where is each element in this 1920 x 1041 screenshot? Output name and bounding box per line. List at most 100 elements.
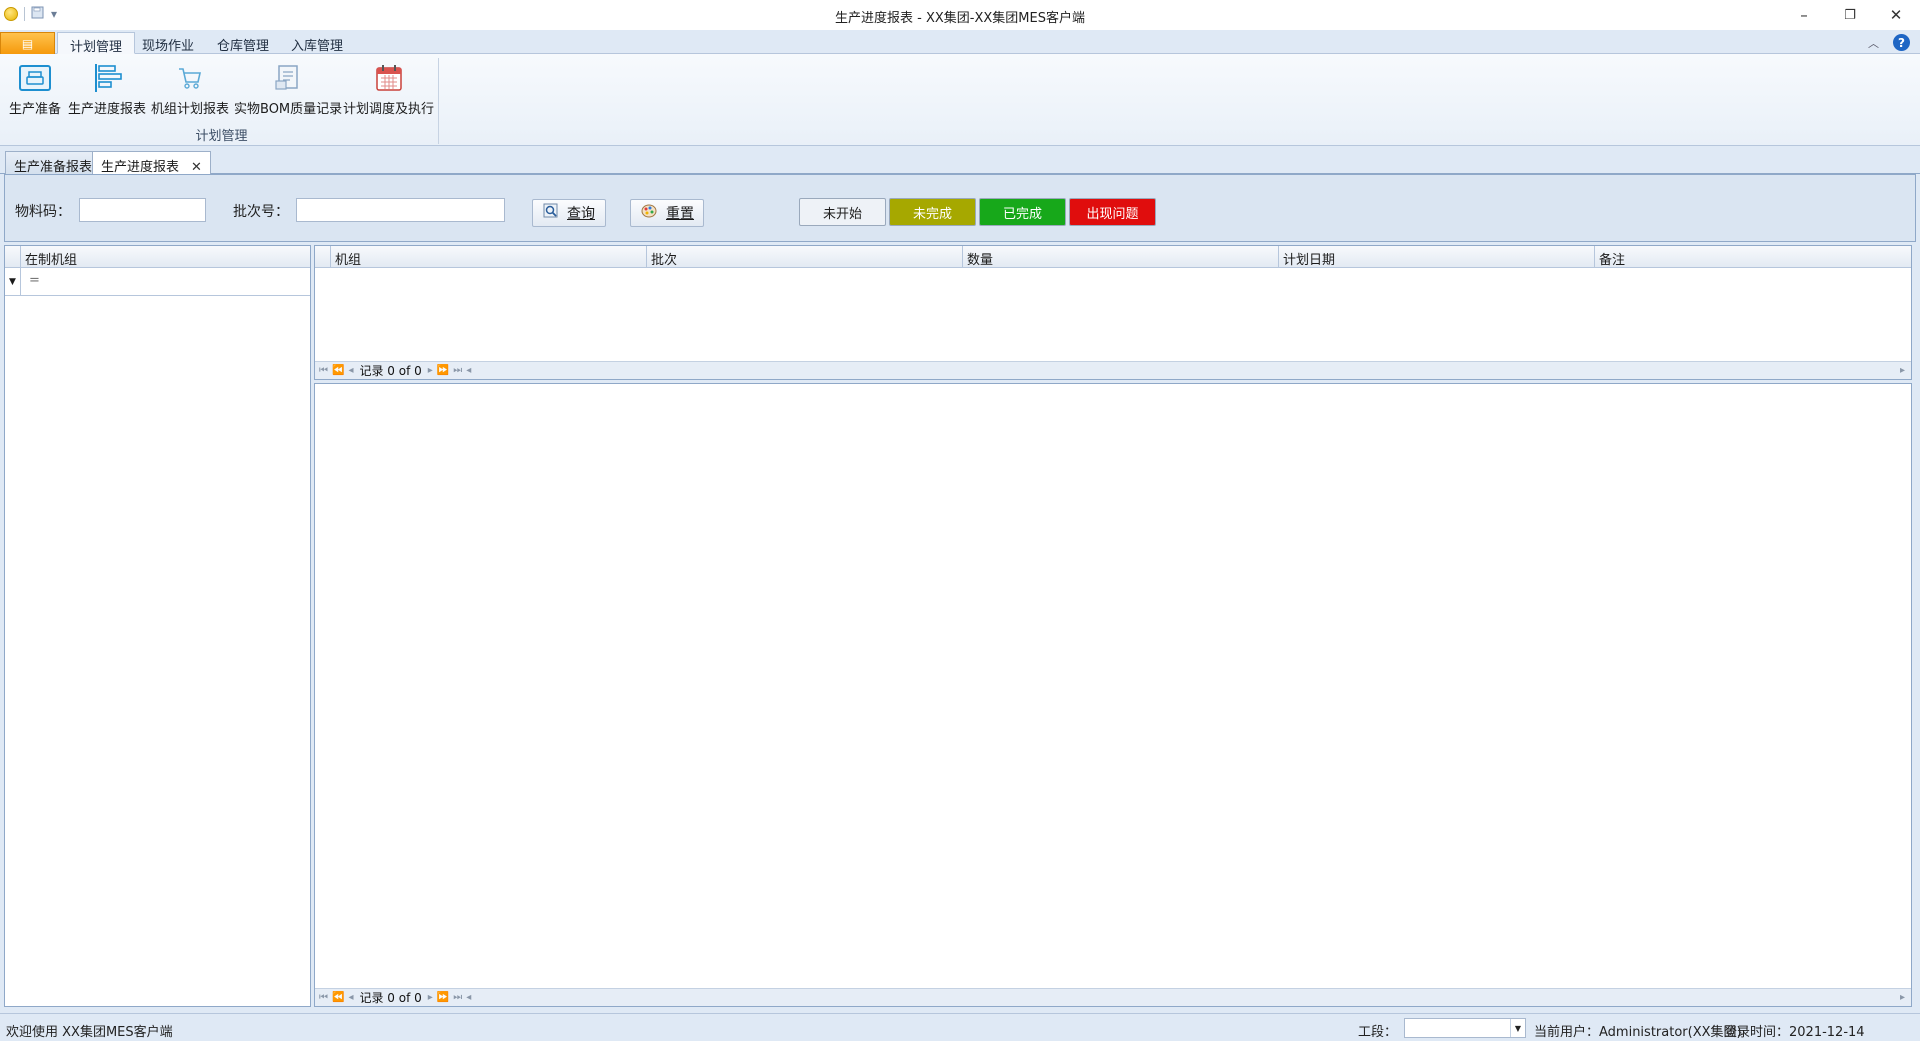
- gantt-bars-icon: [89, 60, 125, 96]
- plan-scheduling-label: 计划调度及执行: [343, 102, 435, 117]
- column-divider: [1278, 246, 1279, 268]
- detail-grid[interactable]: ⏮ ⏪ ◂ 记录 0 of 0 ▸ ⏩ ⏭ ◂ ▸: [314, 383, 1912, 1007]
- filter-icon: ▼: [5, 268, 21, 296]
- next-page-icon[interactable]: ⏩: [437, 365, 449, 376]
- restore-button[interactable]: ❐: [1827, 0, 1873, 30]
- ribbon-group-label: 计划管理: [195, 129, 248, 144]
- filter-operator[interactable]: =: [29, 273, 40, 288]
- printer-icon: [17, 60, 53, 96]
- column-divider: [962, 246, 963, 268]
- doc-tab-label: 生产准备报表: [14, 160, 93, 175]
- column-header-in-production-unit[interactable]: 在制机组: [25, 249, 77, 268]
- row-indicator-header: [5, 246, 21, 268]
- scroll-right-icon[interactable]: ▸: [1900, 365, 1905, 376]
- column-header-batch[interactable]: 批次: [651, 249, 677, 268]
- app-menu-button[interactable]: ▤: [0, 32, 55, 54]
- first-record-icon[interactable]: ⏮: [319, 992, 328, 1003]
- record-navigator: ⏮ ⏪ ◂ 记录 0 of 0 ▸ ⏩ ⏭ ◂ ▸: [315, 361, 1911, 379]
- query-button[interactable]: 查询: [532, 199, 606, 227]
- segment-combobox[interactable]: ▼: [1404, 1018, 1526, 1038]
- status-problem: 出现问题: [1069, 198, 1156, 226]
- production-progress-report-button[interactable]: 生产进度报表: [68, 60, 146, 117]
- magnifier-icon: [543, 203, 559, 223]
- next-record-icon[interactable]: ▸: [428, 365, 433, 376]
- tab-warehouse-management[interactable]: 仓库管理: [205, 32, 281, 54]
- grid-header: 在制机组: [5, 246, 310, 268]
- bom-quality-record-label: 实物BOM质量记录: [234, 102, 343, 117]
- column-divider: [1594, 246, 1595, 268]
- document-tab-strip: 生产准备报表 生产进度报表 ✕: [0, 146, 1920, 175]
- cart-icon: [172, 60, 208, 96]
- app-menu-icon: ▤: [21, 36, 34, 51]
- minimize-button[interactable]: –: [1781, 0, 1827, 30]
- status-incomplete: 未完成: [889, 198, 976, 226]
- prev-page-icon[interactable]: ⏪: [332, 365, 344, 376]
- title-bar: ▾ 生产进度报表 - XX集团-XX集团MES客户端 – ❐ ✕: [0, 0, 1920, 30]
- last-record-icon[interactable]: ⏭: [453, 992, 462, 1003]
- next-record-icon[interactable]: ▸: [428, 992, 433, 1003]
- doc-tab-production-progress-report[interactable]: 生产进度报表 ✕: [92, 151, 211, 175]
- welcome-text: 欢迎使用 XX集团MES客户端: [6, 1025, 173, 1040]
- window-title: 生产进度报表 - XX集团-XX集团MES客户端: [835, 11, 1085, 26]
- chevron-down-icon[interactable]: ▼: [1510, 1019, 1525, 1037]
- column-divider: [646, 246, 647, 268]
- ribbon-group-plan: 生产准备 生产进度报表 机组计划报表 实物BOM质量记录 计划调度及执行 计划管…: [4, 58, 439, 144]
- record-count: 记录 0 of 0: [359, 991, 422, 1005]
- tab-inbound-management[interactable]: 入库管理: [279, 32, 355, 54]
- document-icon: [270, 60, 306, 96]
- in-production-units-grid[interactable]: 在制机组 ▼ =: [4, 245, 311, 1007]
- palette-icon: [640, 203, 658, 223]
- unit-plan-report-button[interactable]: 机组计划报表: [151, 60, 229, 117]
- status-bar: 欢迎使用 XX集团MES客户端 工段： ▼ 当前用户：Administrator…: [0, 1013, 1920, 1041]
- tab-plan-management[interactable]: 计划管理: [57, 32, 136, 55]
- ribbon-collapse-icon[interactable]: ︿: [1868, 35, 1879, 51]
- unit-plan-report-label: 机组计划报表: [151, 102, 230, 117]
- reset-button-label: 重置: [666, 206, 694, 222]
- prev-record-icon[interactable]: ◂: [348, 992, 353, 1003]
- column-header-plan-date[interactable]: 计划日期: [1283, 249, 1335, 268]
- status-completed: 已完成: [979, 198, 1066, 226]
- batch-number-input[interactable]: [296, 198, 505, 222]
- production-prep-label: 生产准备: [9, 102, 62, 117]
- plan-scheduling-button[interactable]: 计划调度及执行: [343, 60, 434, 117]
- current-user: 当前用户：Administrator(XX集团): [1534, 1025, 1742, 1040]
- help-icon[interactable]: ?: [1893, 34, 1910, 51]
- production-progress-report-label: 生产进度报表: [68, 102, 147, 117]
- prev-record-icon[interactable]: ◂: [348, 365, 353, 376]
- material-code-label: 物料码：: [15, 204, 71, 220]
- ribbon-tab-bar: ▤ 计划管理 现场作业 仓库管理 入库管理 ︿ ?: [0, 30, 1920, 55]
- ribbon-panel: 生产准备 生产进度报表 机组计划报表 实物BOM质量记录 计划调度及执行 计划管…: [0, 54, 1920, 146]
- record-count: 记录 0 of 0: [359, 364, 422, 378]
- calendar-icon: [371, 60, 407, 96]
- scroll-left-icon[interactable]: ◂: [466, 992, 471, 1003]
- doc-tab-label: 生产进度报表: [101, 160, 180, 175]
- scroll-right-icon[interactable]: ▸: [1900, 992, 1905, 1003]
- material-code-input[interactable]: [79, 198, 206, 222]
- scroll-left-icon[interactable]: ◂: [466, 365, 471, 376]
- status-not-started: 未开始: [799, 198, 886, 226]
- reset-button[interactable]: 重置: [630, 199, 704, 227]
- column-header-remarks[interactable]: 备注: [1599, 249, 1625, 268]
- last-record-icon[interactable]: ⏭: [453, 365, 462, 376]
- grid-header: 机组 批次 数量 计划日期 备注: [315, 246, 1911, 268]
- column-header-unit[interactable]: 机组: [335, 249, 361, 268]
- next-page-icon[interactable]: ⏩: [437, 992, 449, 1003]
- first-record-icon[interactable]: ⏮: [319, 365, 328, 376]
- record-navigator: ⏮ ⏪ ◂ 记录 0 of 0 ▸ ⏩ ⏭ ◂ ▸: [315, 988, 1911, 1006]
- row-indicator-header: [315, 246, 331, 268]
- filter-panel: 物料码： 批次号： 查询 重置 未开始 未完成 已完成 出现问题: [4, 174, 1916, 242]
- production-prep-button[interactable]: 生产准备: [9, 60, 61, 117]
- close-button[interactable]: ✕: [1873, 0, 1919, 30]
- production-progress-grid[interactable]: 机组 批次 数量 计划日期 备注 ⏮ ⏪ ◂ 记录 0 of 0 ▸ ⏩ ⏭ ◂…: [314, 245, 1912, 380]
- auto-filter-row[interactable]: ▼ =: [5, 268, 310, 296]
- login-time: 登录时间：2021-12-14 18:29:30: [1724, 1025, 1865, 1041]
- column-header-quantity[interactable]: 数量: [967, 249, 993, 268]
- segment-label: 工段：: [1358, 1025, 1398, 1040]
- close-tab-icon[interactable]: ✕: [191, 160, 202, 175]
- prev-page-icon[interactable]: ⏪: [332, 992, 344, 1003]
- query-button-label: 查询: [567, 206, 595, 222]
- tab-field-operations[interactable]: 现场作业: [130, 32, 206, 54]
- doc-tab-production-prep-report[interactable]: 生产准备报表: [5, 151, 102, 175]
- batch-number-label: 批次号：: [233, 204, 289, 220]
- bom-quality-record-button[interactable]: 实物BOM质量记录: [234, 60, 342, 117]
